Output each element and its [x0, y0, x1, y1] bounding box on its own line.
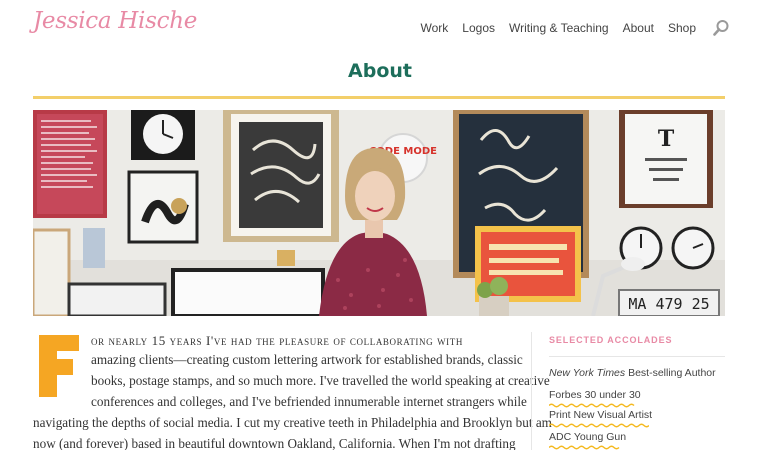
- article-line-2: amazing clients—creating custom letterin…: [91, 352, 523, 367]
- accolade-forbes-underline: [549, 403, 635, 408]
- license-plate-text: MA 479 25: [628, 295, 709, 313]
- accolade-adc-underline: [549, 445, 620, 450]
- sidebar-divider: [531, 332, 532, 450]
- site-logo[interactable]: Jessica Hische: [33, 8, 197, 34]
- nav-item-shop[interactable]: Shop: [668, 21, 696, 35]
- accolade-print[interactable]: Print New Visual Artist: [549, 409, 652, 421]
- eye-chart-letter: T: [658, 126, 675, 152]
- main-nav: Work Logos Writing & Teaching About Shop: [407, 19, 730, 37]
- article-line-3: books, postage stamps, and so much more.…: [91, 373, 550, 388]
- nav-item-work[interactable]: Work: [421, 21, 449, 35]
- article-line-5: navigating the depths of social media. I…: [33, 415, 552, 430]
- article-line-6: now (and forever) based in beautiful dow…: [33, 436, 516, 450]
- accolades-heading: SELECTED ACCOLADES: [549, 335, 673, 345]
- nav-item-logos[interactable]: Logos: [462, 21, 495, 35]
- dropcap-letter: [37, 335, 79, 397]
- article-line-4: conferences and colleges, and I've befri…: [91, 394, 527, 409]
- search-icon[interactable]: [712, 19, 730, 37]
- accolade-nyt: New York Times Best-selling Author: [549, 367, 716, 379]
- accolade-forbes[interactable]: Forbes 30 under 30: [549, 389, 641, 401]
- accolade-adc[interactable]: ADC Young Gun: [549, 431, 626, 443]
- site-header: Jessica Hische Work Logos Writing & Teac…: [0, 0, 760, 52]
- accolade-nyt-publication: New York Times: [549, 367, 626, 379]
- hero-illustration: CODE MODE T MA 479 25: [33, 110, 725, 316]
- accolades-rule: [549, 356, 725, 357]
- accolade-print-underline: [549, 423, 649, 428]
- page-title: About: [348, 60, 412, 82]
- accolade-nyt-text: Best-selling Author: [625, 367, 716, 379]
- nav-item-writing-teaching[interactable]: Writing & Teaching: [509, 21, 609, 35]
- title-divider: [33, 96, 725, 99]
- nav-item-about[interactable]: About: [623, 21, 654, 35]
- hero-photo: CODE MODE T MA 479 25: [33, 110, 725, 316]
